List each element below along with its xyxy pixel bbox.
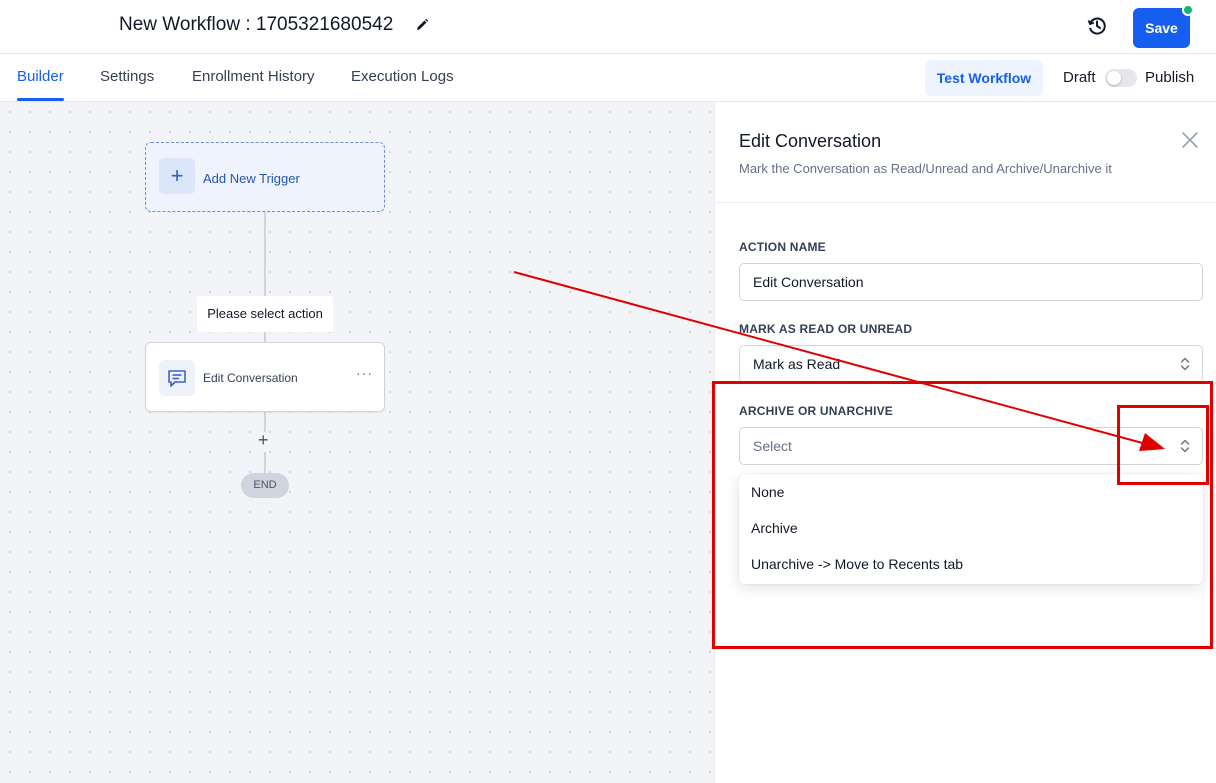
archive-options-dropdown: None Archive Unarchive -> Move to Recent… <box>739 474 1203 584</box>
archive-label: ARCHIVE OR UNARCHIVE <box>739 404 894 418</box>
top-bar: New Workflow : 1705321680542 Save <box>0 0 1216 54</box>
more-icon[interactable]: ··· <box>356 365 373 381</box>
tab-builder[interactable]: Builder <box>17 68 64 85</box>
test-workflow-button[interactable]: Test Workflow <box>925 60 1043 96</box>
action-card-edit-conversation[interactable]: Edit Conversation ··· <box>145 342 385 412</box>
tab-execution-logs[interactable]: Execution Logs <box>351 68 454 85</box>
panel-title: Edit Conversation <box>739 131 882 151</box>
option-unarchive[interactable]: Unarchive -> Move to Recents tab <box>751 556 963 572</box>
action-card-label: Edit Conversation <box>203 371 298 385</box>
connector-line <box>264 212 266 296</box>
action-name-input[interactable]: Edit Conversation <box>739 263 1203 301</box>
pencil-icon[interactable] <box>414 17 430 33</box>
save-button[interactable]: Save <box>1133 8 1190 48</box>
action-name-label: ACTION NAME <box>739 240 826 254</box>
publish-toggle[interactable] <box>1105 69 1137 87</box>
status-dot <box>1182 4 1194 16</box>
draft-label: Draft <box>1063 69 1096 86</box>
close-icon[interactable] <box>1181 131 1199 149</box>
archive-placeholder: Select <box>753 438 792 454</box>
add-step-button[interactable]: + <box>258 430 269 451</box>
option-archive[interactable]: Archive <box>751 520 798 536</box>
action-name-value: Edit Conversation <box>753 274 864 290</box>
read-unread-value: Mark as Read <box>753 356 841 372</box>
plus-icon: + <box>159 158 195 194</box>
panel-subtitle: Mark the Conversation as Read/Unread and… <box>739 161 1112 176</box>
connector-line <box>264 332 266 342</box>
archive-select[interactable]: Select <box>739 427 1203 465</box>
connector-line <box>264 412 266 432</box>
select-action-label: Please select action <box>197 296 333 332</box>
tab-bar: Builder Settings Enrollment History Exec… <box>0 54 1216 102</box>
read-unread-select[interactable]: Mark as Read <box>739 345 1203 383</box>
active-tab-indicator <box>17 98 64 101</box>
publish-label: Publish <box>1145 69 1195 86</box>
workflow-title: New Workflow : 1705321680542 <box>119 14 394 35</box>
message-icon <box>159 360 195 396</box>
history-icon[interactable] <box>1086 15 1108 37</box>
tab-enrollment-history[interactable]: Enrollment History <box>192 68 315 85</box>
option-none[interactable]: None <box>751 484 784 500</box>
tab-settings[interactable]: Settings <box>100 68 154 85</box>
end-node: END <box>241 473 289 498</box>
add-trigger-label: Add New Trigger <box>203 171 300 186</box>
panel-divider <box>715 202 1216 203</box>
toggle-knob <box>1107 71 1121 85</box>
read-unread-label: MARK AS READ OR UNREAD <box>739 322 913 336</box>
chevron-updown-icon[interactable] <box>1180 438 1190 454</box>
chevron-updown-icon <box>1180 357 1190 371</box>
connector-line <box>264 452 266 473</box>
edit-action-panel: Edit Conversation Mark the Conversation … <box>714 102 1216 783</box>
add-trigger-card[interactable]: + Add New Trigger <box>145 142 385 212</box>
